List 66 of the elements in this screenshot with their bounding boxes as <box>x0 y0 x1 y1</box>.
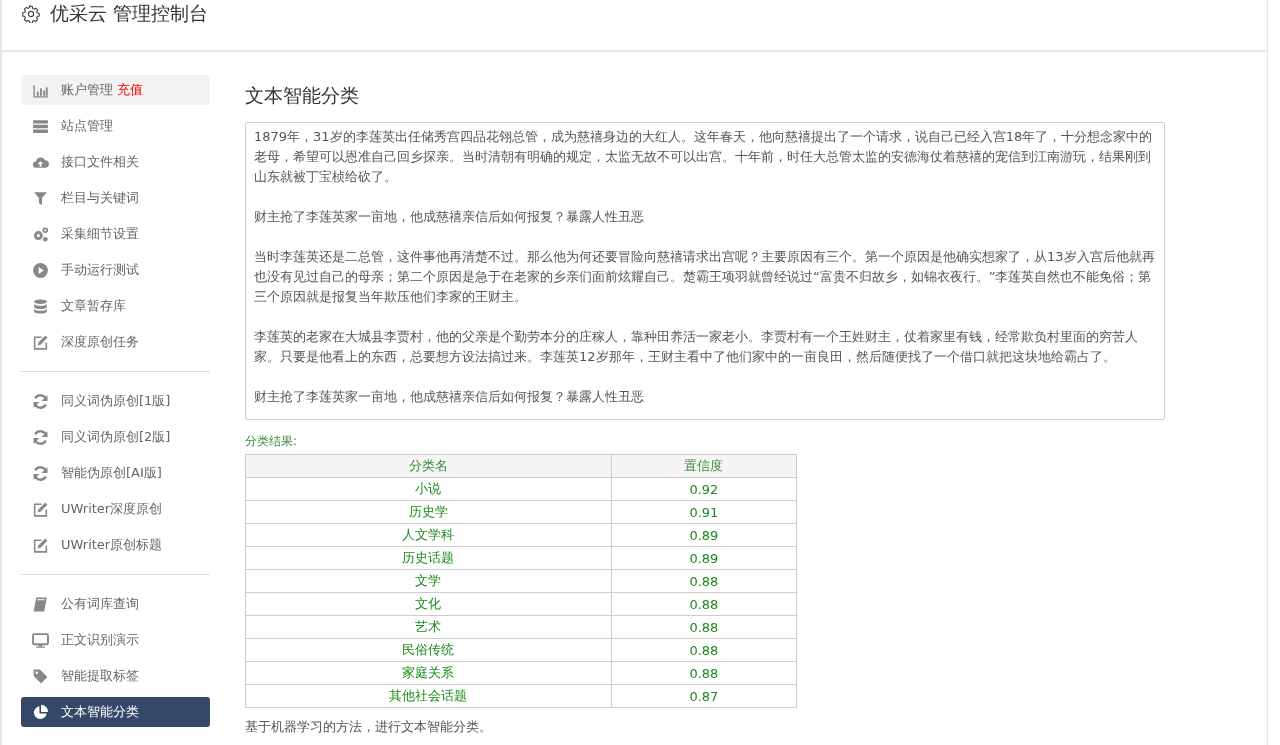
table-cell: 艺术 <box>245 615 612 639</box>
monitor-icon <box>32 631 49 649</box>
sidebar-item[interactable]: 公有词库查询 <box>21 589 210 619</box>
table-cell: 0.88 <box>611 592 797 616</box>
paragraph: 李莲英的老家在大城县李贾村，他的父亲是个勤劳本分的庄稼人，靠种田养活一家老小。李贾村有一个王姓财主，仗着家里有钱，经常欺负村里面的穷苦人家。只要是他看上的东西，总要想方设法搞过来。李莲英12岁那年，王财主看中了他们家中的一亩良田，然后随便找了一个借口就把这块地给霸占了。 <box>254 328 1139 366</box>
table-cell: 家庭关系 <box>245 661 612 685</box>
table-cell: 小说 <box>245 477 612 501</box>
table-cell: 0.88 <box>611 661 797 685</box>
play-icon <box>32 261 49 279</box>
table-cell: 0.91 <box>611 500 797 524</box>
pie-chart-icon <box>32 703 49 721</box>
filter-icon <box>32 189 49 207</box>
table-cell: 文化 <box>245 592 612 616</box>
database-icon <box>32 297 49 315</box>
edit-icon <box>32 500 49 518</box>
table-cell: 人文学科 <box>245 523 612 547</box>
sidebar-item[interactable]: 智能提取标签 <box>21 661 210 691</box>
table-cell: 其他社会话题 <box>245 684 612 708</box>
text-area[interactable] <box>245 122 1165 420</box>
table-cell: 文学 <box>245 569 612 593</box>
sidebar-item[interactable]: UWriter深度原创 <box>21 494 210 524</box>
tag-icon <box>32 667 49 685</box>
paragraph: 当时李莲英还是二总管，这件事他再清楚不过。那么他为何还要冒险向慈禧请求出宫呢？主要原因有三个。第一个原因是他确实想家了，从13岁入宫后他就再也没有见过自己的母亲；第二个原因是急于在老家的乡亲们面前炫耀自己。楚霸王项羽就曾经说过“富贵不归故乡，如锦衣夜行。”李莲英自然也不能免俗；第三个原因就是报复当年欺压他们李家的王财主。 <box>254 248 1156 306</box>
recharge-link[interactable]: 充值 <box>117 81 143 99</box>
result-label: 分类结果: <box>245 433 299 450</box>
paragraph: 财主抢了李莲英家一亩地，他成慈禧亲信后如何报复？暴露人性丑恶 <box>254 208 645 226</box>
sidebar-item[interactable]: 深度原创任务 <box>21 327 210 357</box>
gears-icon <box>32 225 49 243</box>
table-cell: 0.88 <box>611 638 797 662</box>
column-header: 置信度 <box>611 454 797 478</box>
sidebar-item[interactable]: 站点管理 <box>21 111 210 141</box>
paragraph: 财主抢了李莲英家一亩地，他成慈禧亲信后如何报复？暴露人性丑恶 <box>254 388 645 406</box>
table-cell: 0.88 <box>611 569 797 593</box>
sidebar-item[interactable]: 采集细节设置 <box>21 219 210 249</box>
table-cell: 0.89 <box>611 523 797 547</box>
description-text: 基于机器学习的方法，进行文本智能分类。 <box>245 718 493 736</box>
sidebar-item[interactable]: UWriter原创标题 <box>21 530 210 560</box>
sidebar-item[interactable]: 正文识别演示 <box>21 625 210 655</box>
paragraph: 1879年，31岁的李莲英出任储秀宫四品花翎总管，成为慈禧身边的大红人。这年春天，他向慈禧提出了一个请求，说自己已经入宫18年了，十分想念家中的老母，希望可以恩准自己回乡探亲。当时清朝有明确的规定，太监无故不可以出宫。十年前，时任大总管太监的安德海仗着慈禧的宠信到江南游玩，结果刚到山东就被丁宝桢给砍了。 <box>254 128 1154 186</box>
settings-icon <box>22 5 40 23</box>
sidebar-item[interactable]: 同义词伪原创[1版] <box>21 386 210 416</box>
sidebar-item[interactable]: 文章暂存库 <box>21 291 210 321</box>
table-cell: 历史学 <box>245 500 612 524</box>
table-cell: 0.88 <box>611 615 797 639</box>
edit-icon <box>32 333 49 351</box>
refresh-icon <box>32 392 49 410</box>
table-cell: 0.92 <box>611 477 797 501</box>
refresh-icon <box>32 464 49 482</box>
table-cell: 0.89 <box>611 546 797 570</box>
sidebar-item[interactable]: 账户管理 充值 <box>21 75 210 105</box>
sidebar-item[interactable]: 手动运行测试 <box>21 255 210 285</box>
table-cell: 0.87 <box>611 684 797 708</box>
table-cell: 民俗传统 <box>245 638 612 662</box>
book-icon <box>32 595 49 613</box>
server-icon <box>32 117 49 135</box>
sidebar-item[interactable]: 栏目与关键词 <box>21 183 210 213</box>
page-title: 优采云 管理控制台 <box>50 1 209 26</box>
sidebar-item[interactable]: 接口文件相关 <box>21 147 210 177</box>
edit-icon <box>32 536 49 554</box>
table-cell: 历史话题 <box>245 546 612 570</box>
sidebar-item[interactable]: 同义词伪原创[2版] <box>21 422 210 452</box>
column-header: 分类名 <box>245 454 612 478</box>
section-title: 文本智能分类 <box>245 83 360 108</box>
sidebar-item[interactable]: 文本智能分类 <box>21 697 210 727</box>
sidebar-item[interactable]: 智能伪原创[AI版] <box>21 458 210 488</box>
refresh-icon <box>32 428 49 446</box>
